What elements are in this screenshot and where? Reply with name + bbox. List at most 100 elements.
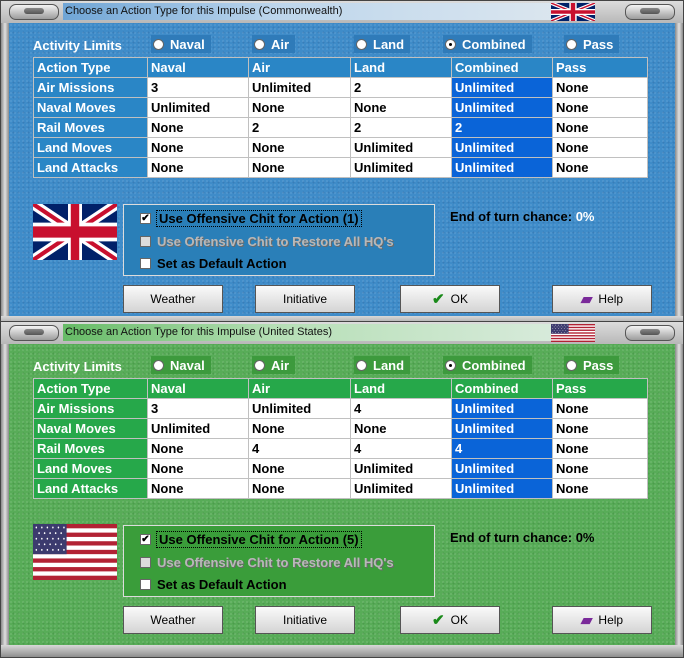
weather-button[interactable]: Weather [123,606,223,634]
bottom-bar [1,645,683,657]
uk-flag-icon [33,204,117,260]
button-label: Weather [150,613,196,627]
radio-dot[interactable] [566,38,577,50]
radio-dot[interactable] [153,359,164,371]
default-action-label: Set as Default Action [157,576,287,592]
dialog-body: Activity Limits Naval Air Land Combined … [9,23,675,316]
radio-dot[interactable] [153,38,164,50]
check-icon: ✔ [432,612,445,629]
default-action-checkbox[interactable]: Set as Default Action [140,254,287,272]
table-cell: None [350,418,452,439]
button-label: OK [450,292,468,306]
check-icon[interactable]: ✔ [140,533,151,545]
table-cell: None [248,418,351,439]
button-label: Initiative [282,613,328,627]
table-cell: None [552,77,648,98]
checkbox-box[interactable] [140,578,151,590]
title-bar[interactable]: Choose an Action Type for this Impulse (… [1,1,683,24]
use-chit-checkbox[interactable]: ✔ Use Offensive Chit for Action (1) [140,209,362,227]
use-chit-checkbox[interactable]: ✔ Use Offensive Chit for Action (5) [140,530,362,548]
radio-dot[interactable] [254,38,265,50]
use-chit-label: Use Offensive Chit for Action (1) [156,209,362,227]
radio-combined[interactable]: Combined [443,35,532,53]
table-cell: 4 [350,398,452,419]
table-row: Land Moves None None Unlimited Unlimited… [33,458,648,479]
table-row: Air Missions 3 Unlimited 2 Unlimited Non… [33,77,648,98]
radio-dot-selected[interactable] [445,38,456,50]
row-header: Land Moves [33,137,148,158]
table-cell: None [147,478,249,499]
book-icon: ▰ [580,612,593,629]
left-rail [1,344,9,645]
radio-label: Combined [462,36,526,52]
table-cell: 2 [350,117,452,138]
radio-pass[interactable]: Pass [564,356,620,374]
table-cell: None [552,478,648,499]
radio-air[interactable]: Air [252,35,296,53]
radio-dot[interactable] [356,38,367,50]
table-cell: Unlimited [350,157,452,178]
dialog-body: Activity Limits Naval Air Land Combined … [9,344,675,645]
activity-limits-label: Activity Limits [33,359,122,374]
table-cell: 2 [350,77,452,98]
initiative-button[interactable]: Initiative [255,606,355,634]
window-close-button[interactable] [625,325,675,341]
table-row: Naval Moves Unlimited None None Unlimite… [33,418,648,439]
radio-dot[interactable] [254,359,265,371]
column-header: Combined [451,378,553,399]
radio-combined[interactable]: Combined [443,356,532,374]
row-header: Rail Moves [33,438,148,459]
radio-dot[interactable] [566,359,577,371]
us-flag-icon [551,324,595,342]
radio-pass[interactable]: Pass [564,35,620,53]
radio-land[interactable]: Land [354,35,411,53]
radio-air[interactable]: Air [252,356,296,374]
table-cell: None [350,97,452,118]
column-header: Action Type [33,57,148,78]
table-row: Naval Moves Unlimited None None Unlimite… [33,97,648,118]
use-chit-label: Use Offensive Chit for Action (5) [156,530,362,548]
radio-naval[interactable]: Naval [151,35,211,53]
initiative-button[interactable]: Initiative [255,285,355,313]
table-cell: None [552,157,648,178]
radio-naval[interactable]: Naval [151,356,211,374]
table-row: Rail Moves None 2 2 2 None [33,117,648,138]
table-cell: None [248,458,351,479]
button-label: Help [598,613,624,627]
row-header: Land Moves [33,458,148,479]
activity-limits-table: Action Type Naval Air Land Combined Pass… [33,57,648,178]
weather-button[interactable]: Weather [123,285,223,313]
column-header: Pass [552,57,648,78]
window-menu-button[interactable] [9,4,59,20]
help-button[interactable]: ▰ Help [552,285,652,313]
radio-dot-selected[interactable] [445,359,456,371]
column-header: Naval [147,378,249,399]
radio-land[interactable]: Land [354,356,411,374]
checkbox-box [140,235,151,247]
column-header: Land [350,378,452,399]
radio-label: Pass [583,357,614,373]
table-row: Land Attacks None None Unlimited Unlimit… [33,478,648,499]
radio-label: Combined [462,357,526,373]
checkbox-box[interactable] [140,257,151,269]
table-row: Rail Moves None 4 4 4 None [33,438,648,459]
help-button[interactable]: ▰ Help [552,606,652,634]
table-cell: None [248,157,351,178]
table-cell: Unlimited [350,478,452,499]
default-action-checkbox[interactable]: Set as Default Action [140,575,287,593]
window-menu-button[interactable] [9,325,59,341]
column-header: Land [350,57,452,78]
window-close-button[interactable] [625,4,675,20]
radio-dot[interactable] [356,359,367,371]
ok-button[interactable]: ✔ OK [400,285,500,313]
radio-label: Pass [583,36,614,52]
title-bar[interactable]: Choose an Action Type for this Impulse (… [1,322,683,345]
check-icon[interactable]: ✔ [140,212,151,224]
table-cell: Unlimited [350,458,452,479]
restore-hq-checkbox: Use Offensive Chit to Restore All HQ's [140,553,394,571]
row-header: Rail Moves [33,117,148,138]
ok-button[interactable]: ✔ OK [400,606,500,634]
table-cell: None [552,97,648,118]
checkbox-box [140,556,151,568]
default-action-label: Set as Default Action [157,255,287,271]
